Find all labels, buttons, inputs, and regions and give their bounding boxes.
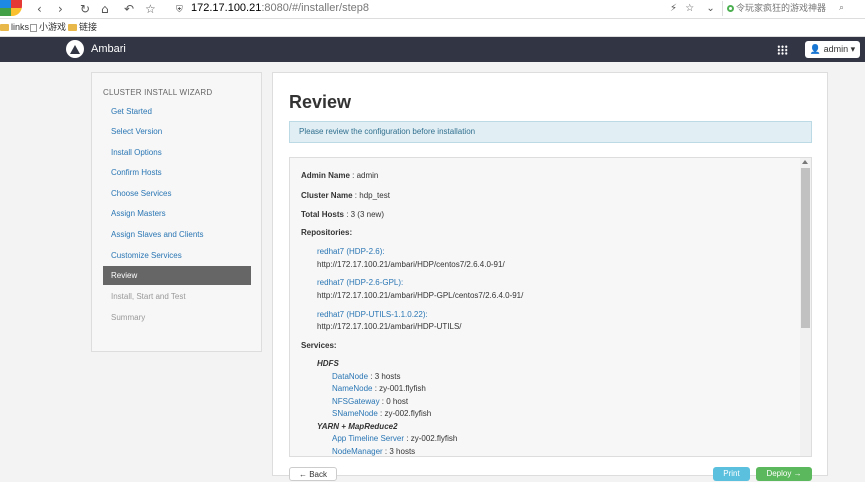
sidebar-item-select-version[interactable]: Select Version — [103, 122, 251, 141]
services-label: Services: — [301, 341, 337, 350]
sidebar-item-assign-masters[interactable]: Assign Masters — [103, 204, 251, 223]
user-label: admin — [823, 44, 849, 54]
sidebar-item-install-start-test: Install, Start and Test — [111, 292, 186, 301]
star-icon[interactable]: ☆ — [145, 2, 156, 16]
info-alert: Please review the configuration before i… — [289, 121, 812, 143]
component-name[interactable]: NameNode — [332, 384, 372, 393]
user-icon: 👤 — [809, 44, 822, 54]
folder-icon — [68, 24, 77, 32]
back-arrow-icon[interactable]: ‹ — [37, 2, 42, 16]
sidebar-item-review[interactable]: Review — [103, 266, 251, 285]
repo-url: http://172.17.100.21/ambari/HDP-UTILS/ — [317, 322, 462, 331]
dropdown-chevron-icon[interactable]: ⌄ — [706, 3, 714, 14]
admin-name-label: Admin Name — [301, 171, 350, 180]
print-button[interactable]: Print — [713, 467, 750, 481]
page-icon — [30, 23, 37, 32]
apps-grid-icon[interactable] — [777, 45, 788, 55]
repo-url: http://172.17.100.21/ambari/HDP/centos7/… — [317, 260, 505, 269]
admin-name-row: Admin Name : admin — [301, 171, 378, 180]
browser-toolbar: ‹ › ↻ ⌂ ↶ ☆ ⛨ 172.17.100.21:8080/#/insta… — [0, 0, 865, 19]
bookmark-links-cn[interactable]: 链接 — [68, 19, 97, 36]
bookmark-star-icon[interactable]: ☆ — [685, 3, 694, 14]
url-host: 172.17.100.21 — [191, 2, 262, 14]
admin-name-value: : admin — [349, 171, 379, 180]
component-row: NFSGateway : 0 host — [332, 397, 408, 406]
sidebar-item-confirm-hosts[interactable]: Confirm Hosts — [103, 163, 251, 182]
browser-search[interactable]: 令玩家疯狂的游戏神器 ⌕ — [722, 1, 863, 16]
bookmark-label: 小游戏 — [39, 22, 67, 32]
component-name[interactable]: App Timeline Server — [332, 434, 404, 443]
component-name[interactable]: DataNode — [332, 372, 368, 381]
component-value: : zy-002.flyfish — [377, 409, 432, 418]
sidebar-item-install-options[interactable]: Install Options — [103, 143, 251, 162]
main-panel: Review Please review the configuration b… — [272, 72, 828, 481]
component-name[interactable]: NFSGateway — [332, 397, 380, 406]
lightning-icon[interactable]: ⚡ — [670, 3, 677, 14]
user-menu-button[interactable]: 👤 admin ▾ — [805, 41, 860, 58]
brand-name[interactable]: Ambari — [91, 43, 126, 55]
component-value: : 3 hosts — [368, 372, 401, 381]
sidebar-item-get-started[interactable]: Get Started — [103, 102, 251, 121]
bookmarks-bar: links 小游戏 链接 — [0, 19, 865, 37]
component-value: : zy-002.flyfish — [404, 434, 458, 443]
page-title: Review — [289, 92, 352, 112]
repositories-label: Repositories: — [301, 228, 353, 237]
sidebar-title: CLUSTER INSTALL WIZARD — [103, 88, 213, 97]
component-row: App Timeline Server : zy-002.flyfish — [332, 434, 457, 443]
cluster-name-row: Cluster Name : hdp_test — [301, 191, 390, 200]
component-value: : 3 hosts — [382, 447, 416, 456]
component-value: : zy-001.flyfish — [372, 384, 426, 393]
component-name[interactable]: NodeManager — [332, 447, 383, 456]
repo-url: http://172.17.100.21/ambari/HDP-GPL/cent… — [317, 291, 524, 300]
repo-name[interactable]: redhat7 (HDP-2.6): — [317, 247, 385, 256]
sidebar-item-choose-services[interactable]: Choose Services — [103, 184, 251, 203]
component-value: : 0 host — [379, 397, 409, 406]
service-group-yarn: YARN + MapReduce2 — [317, 422, 398, 431]
total-hosts-label: Total Hosts — [301, 210, 344, 219]
repo-name[interactable]: redhat7 (HDP-2.6-GPL): — [317, 278, 403, 287]
cluster-name-label: Cluster Name — [301, 191, 353, 200]
service-group-hdfs: HDFS — [317, 359, 339, 368]
bookmark-links[interactable]: links — [0, 19, 29, 36]
cluster-name-value: : hdp_test — [352, 191, 390, 200]
bookmark-label: links — [11, 22, 30, 32]
refresh-icon[interactable]: ↻ — [80, 2, 90, 16]
component-name[interactable]: SNameNode — [332, 409, 378, 418]
component-row: SNameNode : zy-002.flyfish — [332, 409, 431, 418]
browser-logo-icon — [0, 0, 22, 16]
caret-down-icon: ▾ — [850, 44, 856, 54]
url-path: :8080/#/installer/step8 — [261, 2, 369, 14]
back-button[interactable]: ← Back — [289, 467, 337, 481]
bookmark-games[interactable]: 小游戏 — [30, 19, 66, 36]
address-bar[interactable]: 172.17.100.21:8080/#/installer/step8 — [191, 1, 369, 16]
component-row: NameNode : zy-001.flyfish — [332, 384, 426, 393]
bookmark-label: 链接 — [79, 22, 98, 32]
review-summary-box[interactable]: Admin Name : admin Cluster Name : hdp_te… — [289, 157, 812, 457]
search-placeholder: 令玩家疯狂的游戏神器 — [736, 3, 827, 13]
sidebar-item-summary: Summary — [111, 313, 146, 322]
component-row: DataNode : 3 hosts — [332, 372, 401, 381]
folder-icon — [0, 24, 9, 32]
total-hosts-row: Total Hosts : 3 (3 new) — [301, 210, 384, 219]
ambari-logo-icon[interactable] — [66, 40, 84, 58]
review-scrollbar[interactable] — [800, 158, 811, 456]
search-icon[interactable]: ⌕ — [839, 1, 844, 16]
wizard-sidebar: CLUSTER INSTALL WIZARD Get Started Selec… — [91, 72, 262, 352]
total-hosts-value: : 3 (3 new) — [343, 210, 384, 219]
app-header: Ambari — [0, 37, 865, 62]
sidebar-item-assign-slaves[interactable]: Assign Slaves and Clients — [103, 225, 251, 244]
scrollbar-thumb[interactable] — [801, 168, 810, 328]
search-engine-icon — [727, 5, 734, 13]
component-row: NodeManager : 3 hosts — [332, 447, 415, 456]
home-icon[interactable]: ⌂ — [101, 2, 109, 16]
browser-tools: ⚡ ☆ ⌄ — [670, 1, 715, 16]
sidebar-item-customize-services[interactable]: Customize Services — [103, 246, 251, 265]
scroll-up-icon[interactable] — [802, 160, 808, 164]
shield-icon: ⛨ — [176, 5, 183, 15]
repo-name[interactable]: redhat7 (HDP-UTILS-1.1.0.22): — [317, 310, 428, 319]
undo-icon[interactable]: ↶ — [124, 2, 134, 16]
forward-arrow-icon[interactable]: › — [58, 2, 63, 16]
deploy-button[interactable]: Deploy → — [756, 467, 812, 481]
